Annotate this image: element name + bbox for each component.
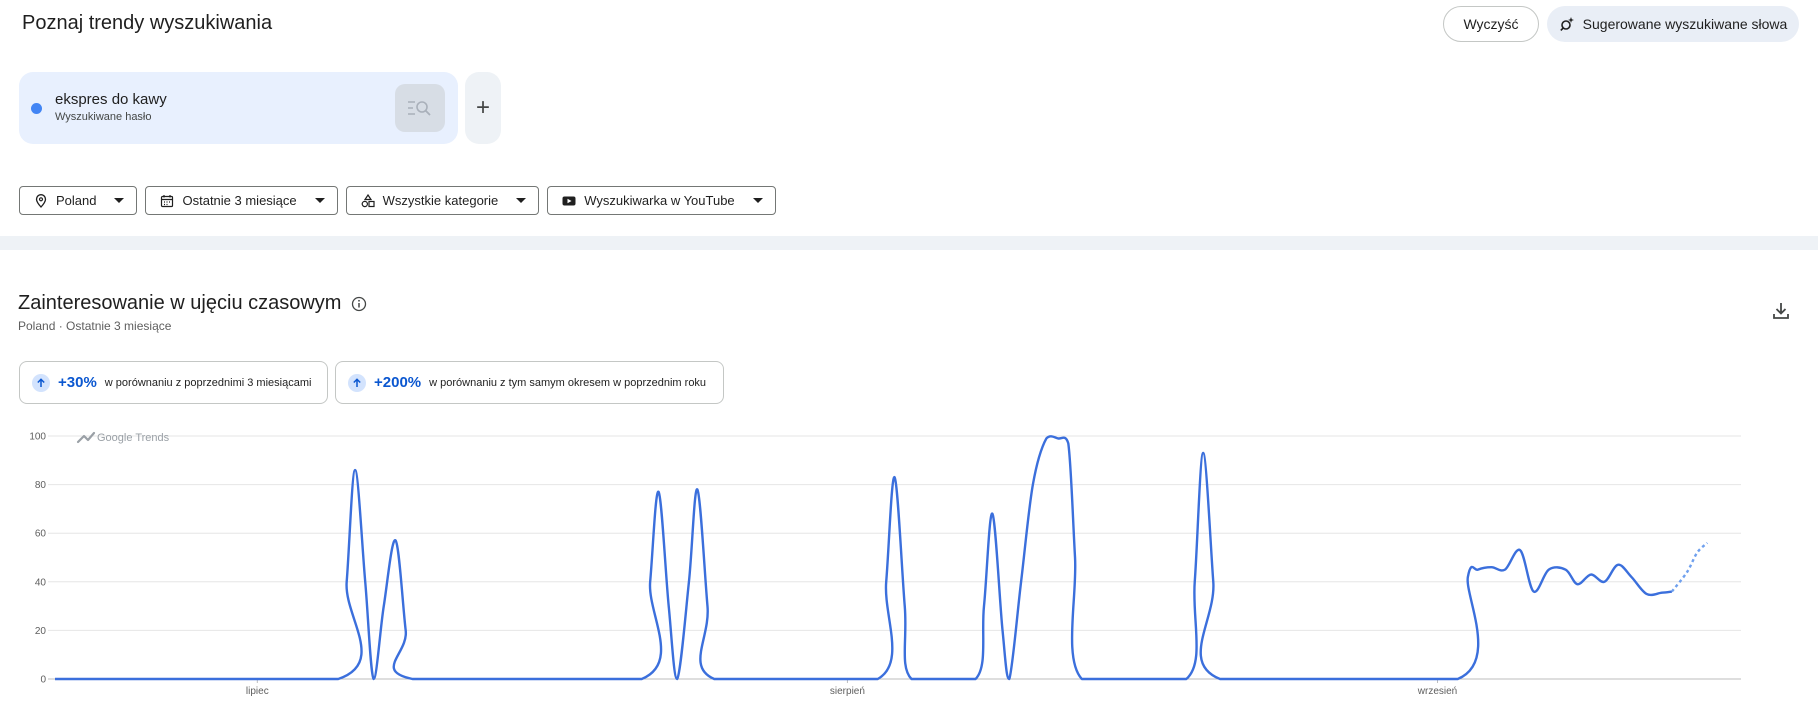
search-term-text: ekspres do kawy [55,91,167,108]
calendar-icon [161,194,174,207]
y-tick-label: 100 [29,432,46,443]
sparkle-search-icon [1559,17,1574,31]
stat-description: w porównaniu z poprzednimi 3 miesiącami [104,376,312,389]
arrow-up-icon [32,373,50,392]
chevron-down-icon [314,198,325,203]
interest-over-time-chart: 0 20 40 60 80 100 lipiec sierpień wrzesień Google… [29,431,1741,697]
section-title: Zainteresowanie w ujęciu czasowym [18,292,367,315]
stat-value: +200% [374,374,422,391]
info-icon[interactable] [351,296,367,312]
term-color-dot [31,103,42,114]
y-tick-label: 20 [35,626,47,637]
x-tick-label: sierpień [830,686,865,697]
section-title-text: Zainteresowanie w ujęciu czasowym [18,292,342,314]
y-tick-label: 0 [40,675,46,686]
series-line-partial [1670,542,1709,593]
filter-location[interactable]: Poland [19,186,138,215]
suggested-terms-button[interactable]: Sugerowane wyszukiwane słowa [1547,6,1799,42]
google-trends-watermark: Google Trends [97,432,170,444]
x-tick-label: lipiec [246,686,269,697]
section-divider [0,236,1818,250]
filter-category[interactable]: Wszystkie kategorie [345,186,540,215]
stat-description: w porównaniu z tym samym okresem w poprz… [429,376,707,389]
y-tick-label: 40 [35,577,47,588]
category-icon [361,193,375,207]
youtube-icon [562,196,576,205]
chevron-down-icon [516,198,527,203]
stat-chip-3-months[interactable]: +30% w porównaniu z poprzednimi 3 miesią… [19,361,328,404]
filter-time-range-label: Ostatnie 3 miesiące [182,193,297,208]
y-tick-label: 60 [35,529,47,540]
chevron-down-icon [752,198,763,203]
stat-value: +30% [58,374,97,391]
arrow-up-icon [348,373,366,392]
series-line [55,435,1673,681]
filter-search-type-label: Wyszukiwarka w YouTube [584,193,735,208]
clear-button[interactable]: Wyczyść [1443,6,1539,42]
page-title: Poznaj trendy wyszukiwania [22,12,273,34]
section-subtitle: Poland · Ostatnie 3 miesiące [18,319,172,333]
trends-logo-icon [76,431,96,444]
location-pin-icon [35,193,47,208]
filter-category-label: Wszystkie kategorie [382,193,499,208]
filter-time-range[interactable]: Ostatnie 3 miesiące [145,186,338,215]
search-term-card[interactable]: ekspres do kawy Wyszukiwane hasło [19,72,458,144]
x-tick-label: wrzesień [1417,686,1457,697]
list-search-icon [408,101,431,116]
download-icon[interactable] [1770,300,1792,322]
add-term-button[interactable]: + [465,72,501,144]
filter-location-label: Poland [56,193,97,208]
term-search-button[interactable] [395,84,445,132]
stat-chip-year[interactable]: +200% w porównaniu z tym samym okresem w… [335,361,724,404]
filter-search-type[interactable]: Wyszukiwarka w YouTube [547,186,776,215]
y-tick-label: 80 [35,480,47,491]
suggested-terms-label: Sugerowane wyszukiwane słowa [1582,16,1788,32]
filter-bar: Poland Ostatnie 3 miesiące Wszystkie kat… [19,186,776,215]
search-term-subtitle: Wyszukiwane hasło [55,111,152,123]
chevron-down-icon [114,198,125,203]
